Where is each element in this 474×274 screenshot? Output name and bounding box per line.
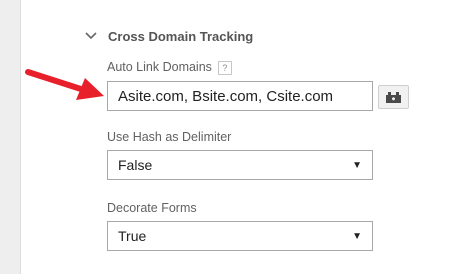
- red-pointer-arrow: [25, 69, 104, 100]
